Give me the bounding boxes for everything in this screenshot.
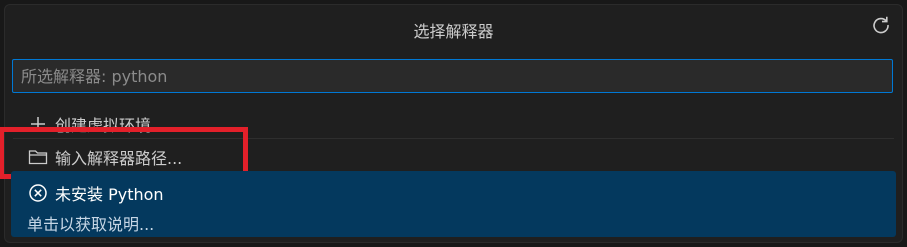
- refresh-icon: [871, 15, 891, 39]
- plus-icon: [27, 113, 49, 135]
- enter-interpreter-path-label: 输入解释器路径...: [55, 149, 183, 168]
- interpreter-search-input[interactable]: [12, 59, 893, 93]
- enter-interpreter-path-item[interactable]: 输入解释器路径...: [5, 141, 902, 173]
- interpreter-quick-pick: 选择解释器 创建虚拟环境... 输入解释器路径...: [0, 4, 903, 243]
- python-not-installed-label: 未安装 Python: [55, 185, 164, 204]
- quick-pick-title-bar: 选择解释器: [5, 5, 902, 51]
- separator: [13, 138, 894, 139]
- create-virtual-env-item[interactable]: 创建虚拟环境...: [5, 109, 902, 139]
- python-not-installed-item[interactable]: 未安装 Python 单击以获取说明...: [11, 171, 896, 237]
- folder-icon: [27, 146, 49, 168]
- create-virtual-env-label: 创建虚拟环境...: [55, 116, 167, 135]
- quick-pick-title: 选择解释器: [413, 22, 494, 41]
- circle-x-icon: [27, 182, 49, 204]
- python-not-installed-detail: 单击以获取说明...: [27, 215, 155, 234]
- refresh-button[interactable]: [870, 16, 892, 38]
